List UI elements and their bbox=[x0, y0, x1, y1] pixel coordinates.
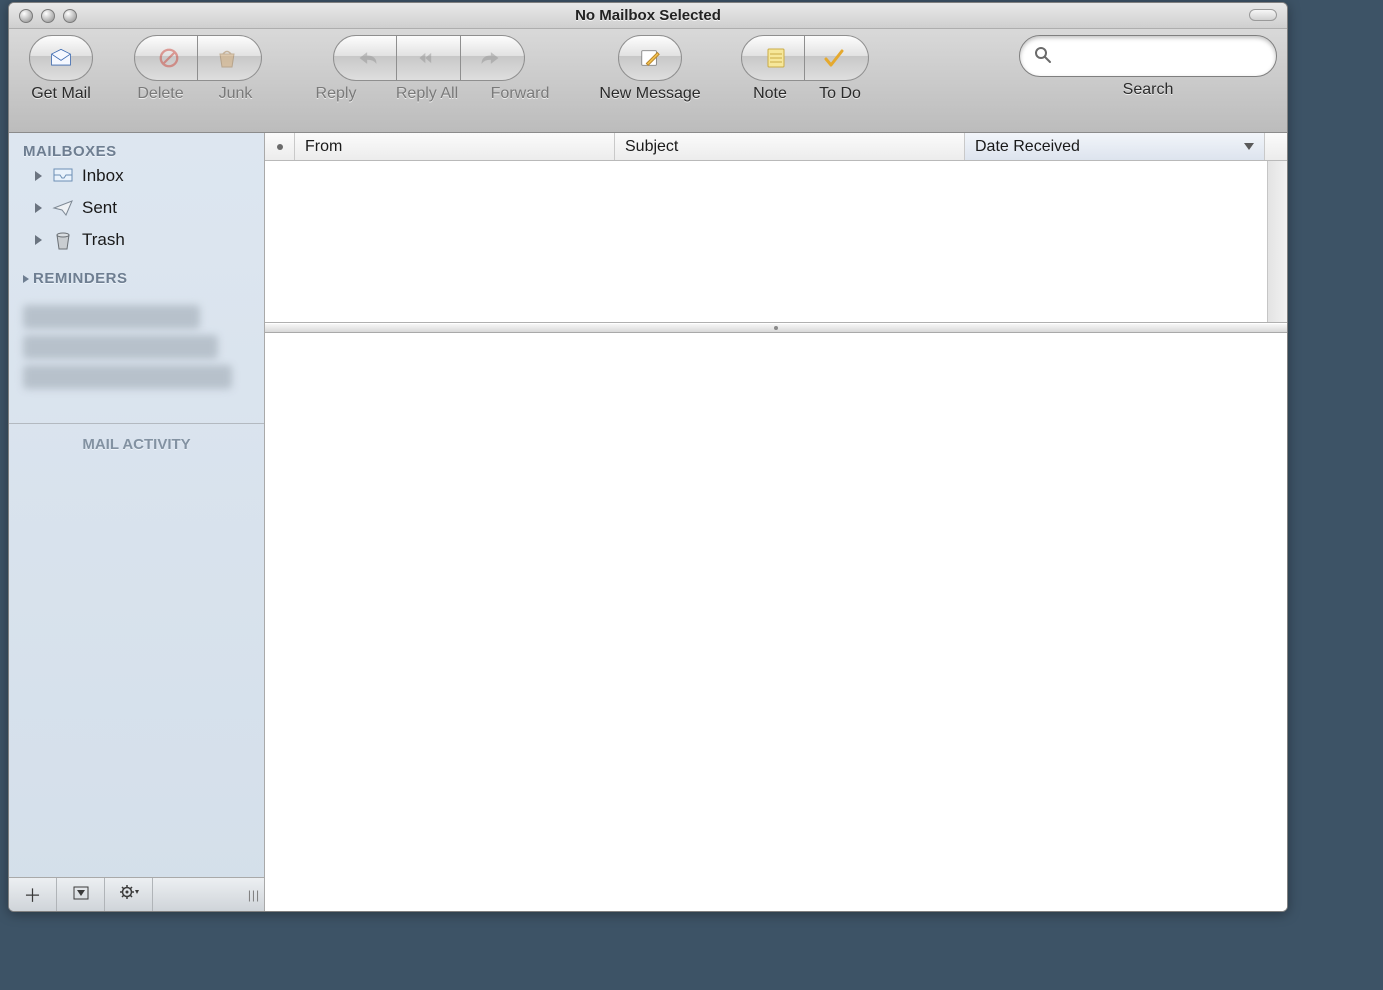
sidebar-item-inbox[interactable]: Inbox bbox=[23, 160, 250, 192]
mail-activity-area bbox=[9, 453, 264, 877]
toolbar-toggle-pill[interactable] bbox=[1249, 9, 1277, 21]
disclosure-triangle-icon[interactable] bbox=[35, 235, 42, 245]
plus-icon: ＋ bbox=[24, 882, 42, 908]
checkmark-icon bbox=[823, 48, 845, 68]
message-list[interactable] bbox=[265, 161, 1287, 323]
message-list-header: From Subject Date Received bbox=[265, 133, 1287, 161]
sidebar-item-label: Trash bbox=[82, 230, 125, 250]
compose-icon bbox=[639, 48, 661, 68]
inbox-icon bbox=[52, 166, 74, 186]
close-window-button[interactable] bbox=[19, 9, 33, 23]
paper-plane-icon bbox=[52, 198, 74, 218]
splitter-grip-icon bbox=[774, 326, 778, 330]
mail-window: No Mailbox Selected Get Mail bbox=[8, 2, 1288, 912]
horizontal-splitter[interactable] bbox=[265, 323, 1287, 333]
delete-label: Delete bbox=[123, 85, 198, 103]
content-area: From Subject Date Received bbox=[265, 133, 1287, 911]
sort-descending-icon bbox=[1244, 143, 1254, 150]
search-input[interactable] bbox=[1060, 48, 1262, 65]
reply-all-label: Reply All bbox=[379, 85, 475, 103]
new-message-label: New Message bbox=[585, 85, 715, 103]
add-button[interactable]: ＋ bbox=[9, 878, 57, 911]
titlebar: No Mailbox Selected bbox=[9, 3, 1287, 29]
get-mail-label: Get Mail bbox=[19, 85, 103, 103]
sidebar-item-sent[interactable]: Sent bbox=[23, 192, 250, 224]
column-subject[interactable]: Subject bbox=[615, 133, 965, 160]
minimize-window-button[interactable] bbox=[41, 9, 55, 23]
note-button[interactable] bbox=[741, 35, 805, 81]
action-menu-button[interactable] bbox=[105, 878, 153, 911]
sidebar-item-label: Sent bbox=[82, 198, 117, 218]
dropdown-icon bbox=[73, 884, 89, 905]
zoom-window-button[interactable] bbox=[63, 9, 77, 23]
disclosure-triangle-icon[interactable] bbox=[23, 275, 29, 283]
note-todo-group: Note To Do bbox=[735, 35, 875, 103]
forward-arrow-icon bbox=[479, 48, 501, 68]
gear-icon bbox=[119, 884, 139, 905]
vertical-scrollbar[interactable] bbox=[1267, 161, 1287, 322]
reminders-header[interactable]: REMINDERS bbox=[23, 270, 250, 287]
reply-label: Reply bbox=[293, 85, 379, 103]
reply-group: Reply Reply All Forward bbox=[293, 35, 565, 103]
window-title: No Mailbox Selected bbox=[9, 7, 1287, 24]
mailboxes-header[interactable]: MAILBOXES bbox=[23, 143, 250, 160]
window-body: MAILBOXES Inbox Sent bbox=[9, 133, 1287, 911]
delete-button[interactable] bbox=[134, 35, 198, 81]
search-field[interactable] bbox=[1019, 35, 1277, 77]
search-label: Search bbox=[1019, 81, 1277, 99]
note-icon bbox=[765, 48, 787, 68]
newmessage-group: New Message bbox=[585, 35, 715, 103]
sidebar-footer: ＋ ||| bbox=[9, 877, 264, 911]
sidebar-item-label: Inbox bbox=[82, 166, 124, 186]
search-icon bbox=[1034, 46, 1052, 67]
delete-junk-group: Delete Junk bbox=[123, 35, 273, 103]
status-dot-icon bbox=[276, 143, 284, 151]
forward-button[interactable] bbox=[461, 35, 525, 81]
show-menu-button[interactable] bbox=[57, 878, 105, 911]
todo-button[interactable] bbox=[805, 35, 869, 81]
column-scroll-spacer bbox=[1265, 133, 1287, 160]
column-status[interactable] bbox=[265, 133, 295, 160]
column-from[interactable]: From bbox=[295, 133, 615, 160]
sidebar-item-trash[interactable]: Trash bbox=[23, 224, 250, 256]
column-date-received[interactable]: Date Received bbox=[965, 133, 1265, 160]
toolbar: Get Mail Delete Junk bbox=[9, 29, 1287, 133]
forward-label: Forward bbox=[475, 85, 565, 103]
getmail-group: Get Mail bbox=[19, 35, 103, 103]
junk-label: Junk bbox=[198, 85, 273, 103]
todo-label: To Do bbox=[805, 85, 875, 103]
bag-icon bbox=[216, 48, 238, 68]
reply-arrow-icon bbox=[357, 48, 379, 68]
new-message-button[interactable] bbox=[618, 35, 682, 81]
no-entry-icon bbox=[158, 48, 180, 68]
disclosure-triangle-icon[interactable] bbox=[35, 171, 42, 181]
sidebar-resize-handle[interactable]: ||| bbox=[244, 878, 264, 911]
reply-all-arrow-icon bbox=[418, 48, 440, 68]
mail-activity-header: MAIL ACTIVITY bbox=[9, 423, 264, 453]
reply-all-button[interactable] bbox=[397, 35, 461, 81]
trash-icon bbox=[52, 230, 74, 250]
window-controls bbox=[9, 9, 77, 23]
sidebar: MAILBOXES Inbox Sent bbox=[9, 133, 265, 911]
envelope-icon bbox=[50, 48, 72, 68]
note-label: Note bbox=[735, 85, 805, 103]
get-mail-button[interactable] bbox=[29, 35, 93, 81]
disclosure-triangle-icon[interactable] bbox=[35, 203, 42, 213]
message-preview-pane bbox=[265, 333, 1287, 911]
reply-button[interactable] bbox=[333, 35, 397, 81]
redacted-accounts-area bbox=[9, 291, 264, 403]
search-group: Search bbox=[1019, 35, 1277, 99]
junk-button[interactable] bbox=[198, 35, 262, 81]
